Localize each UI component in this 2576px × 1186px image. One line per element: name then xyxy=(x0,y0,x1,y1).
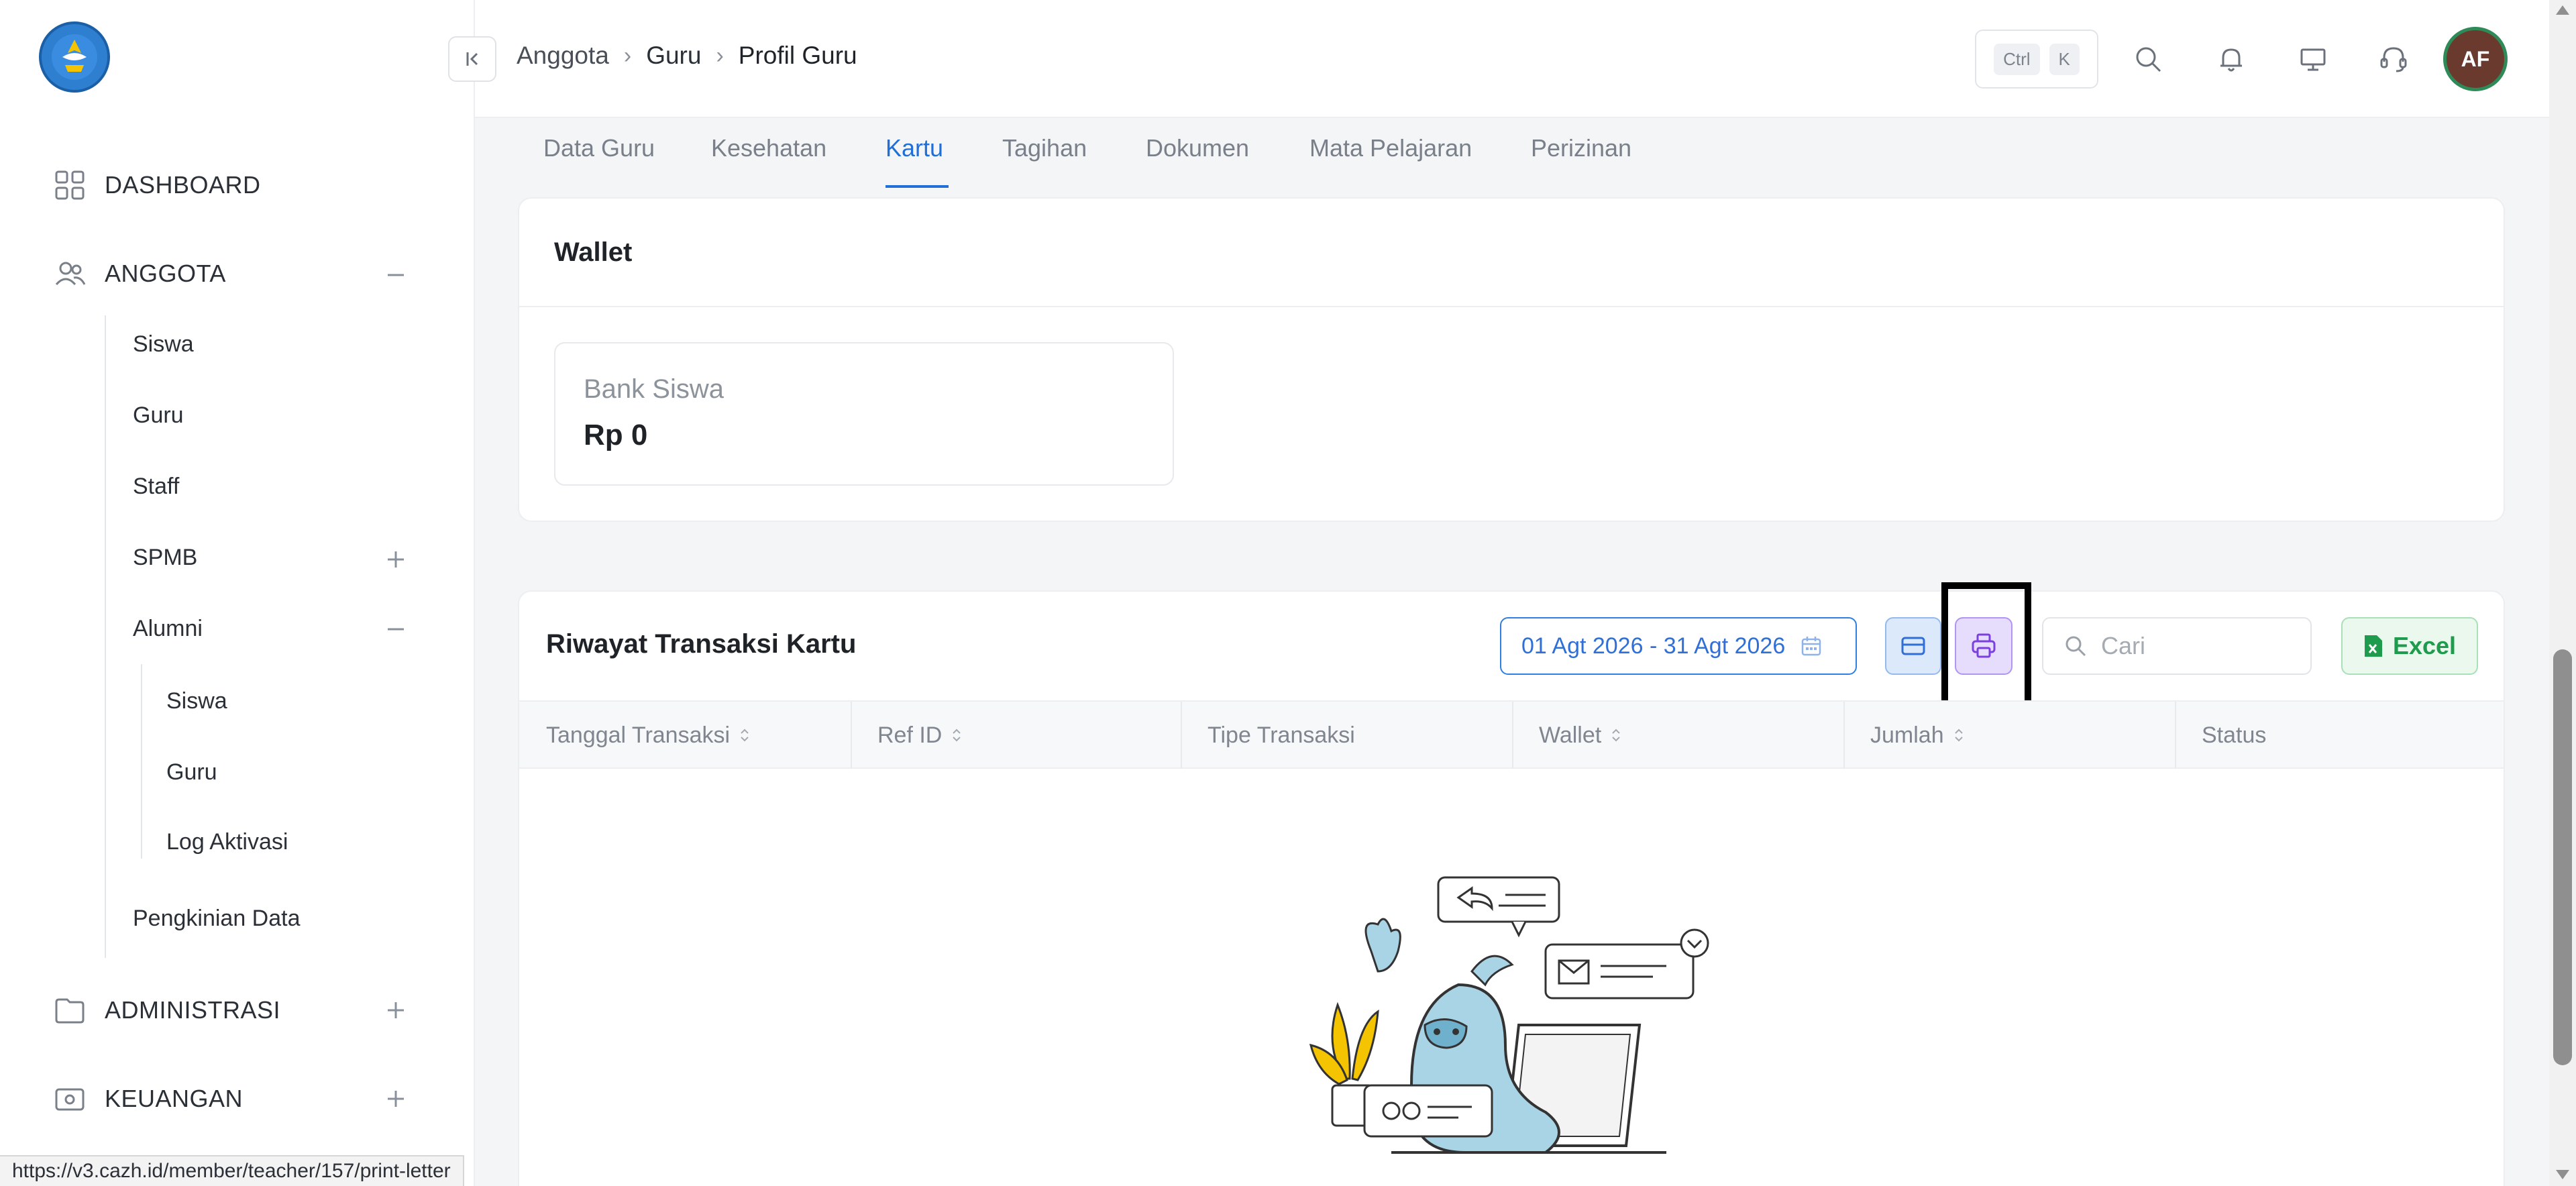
menu-keuangan[interactable]: KEUANGAN xyxy=(54,1083,243,1115)
tree-line xyxy=(105,315,106,958)
col-tipe-transaksi: Tipe Transaksi xyxy=(1181,702,1355,769)
tut-wuri-logo-icon xyxy=(52,34,97,80)
transaction-table-header: Tanggal Transaksi Ref ID Tipe Transaksi … xyxy=(519,700,2504,769)
credit-card-icon xyxy=(1901,637,1925,655)
sort-icon xyxy=(1612,729,1620,742)
active-tab-indicator xyxy=(885,185,949,188)
menu-alumni[interactable]: Alumni xyxy=(133,616,203,642)
menu-alumni-guru[interactable]: Guru xyxy=(166,759,217,786)
printer-icon xyxy=(1972,633,1996,658)
calendar-icon xyxy=(1801,637,1821,656)
export-excel-button[interactable]: Excel xyxy=(2341,617,2478,675)
tab-kartu[interactable]: Kartu xyxy=(885,134,943,162)
chevron-right-icon: › xyxy=(623,42,632,68)
menu-spmb[interactable]: SPMB xyxy=(133,545,197,571)
transaction-history-title: Riwayat Transaksi Kartu xyxy=(546,629,857,659)
kbd-k: K xyxy=(2049,43,2080,75)
col-jumlah-label: Jumlah xyxy=(1870,722,1944,748)
menu-administrasi-label: ADMINISTRASI xyxy=(105,996,281,1024)
wallet-card: Wallet Bank Siswa Rp 0 xyxy=(518,197,2505,522)
search-field[interactable] xyxy=(2042,617,2312,675)
sort-icon xyxy=(953,729,961,742)
date-range-picker[interactable]: 01 Agt 2026 - 31 Agt 2026 xyxy=(1500,617,1857,675)
breadcrumb-anggota[interactable]: Anggota xyxy=(517,42,609,70)
menu-siswa[interactable]: Siswa xyxy=(133,331,194,358)
col-wallet[interactable]: Wallet xyxy=(1512,702,1621,769)
scroll-thumb[interactable] xyxy=(2553,649,2572,1065)
expand-spmb-plus-icon[interactable] xyxy=(384,547,408,572)
menu-anggota[interactable]: ANGGOTA xyxy=(54,258,226,290)
scroll-down-arrow-icon[interactable] xyxy=(2556,1170,2569,1179)
search-icon xyxy=(2065,636,2086,657)
tab-tagihan[interactable]: Tagihan xyxy=(1002,134,1087,162)
tree-line-alumni xyxy=(141,664,142,859)
col-jumlah[interactable]: Jumlah xyxy=(1843,702,1964,769)
excel-file-icon xyxy=(2364,635,2382,657)
command-palette-shortcut[interactable]: Ctrl K xyxy=(1975,30,2098,89)
bank-siswa-box: Bank Siswa Rp 0 xyxy=(554,342,1174,486)
chevron-right-icon: › xyxy=(716,42,724,68)
search-icon[interactable] xyxy=(2128,39,2168,79)
collapse-left-icon xyxy=(466,52,478,66)
expand-administrasi-plus-icon[interactable] xyxy=(384,998,408,1022)
tab-mata-pelajaran[interactable]: Mata Pelajaran xyxy=(1309,134,1472,162)
users-icon xyxy=(55,262,86,286)
tab-perizinan[interactable]: Perizinan xyxy=(1531,134,1631,162)
sort-icon xyxy=(741,729,749,742)
menu-dashboard-label: DASHBOARD xyxy=(105,171,261,199)
collapse-anggota-minus-icon[interactable] xyxy=(384,263,408,287)
col-tanggal-label: Tanggal Transaksi xyxy=(546,722,731,748)
col-tipe-label: Tipe Transaksi xyxy=(1208,722,1355,748)
print-letter-button[interactable] xyxy=(1955,617,2012,675)
collapse-sidebar-button[interactable] xyxy=(448,36,496,82)
expand-keuangan-plus-icon[interactable] xyxy=(384,1087,408,1111)
tab-data-guru[interactable]: Data Guru xyxy=(543,134,655,162)
menu-guru[interactable]: Guru xyxy=(133,402,184,429)
sort-icon xyxy=(1954,729,1963,742)
menu-log-aktivasi[interactable]: Log Aktivasi xyxy=(166,829,288,855)
card-view-button[interactable] xyxy=(1885,617,1941,675)
empty-state-illustration xyxy=(1309,876,1709,1154)
tab-kesehatan[interactable]: Kesehatan xyxy=(711,134,826,162)
bank-siswa-label: Bank Siswa xyxy=(584,374,724,404)
headset-icon[interactable] xyxy=(2373,39,2414,79)
breadcrumb: Anggota › Guru › Profil Guru xyxy=(517,42,857,70)
breadcrumb-guru[interactable]: Guru xyxy=(646,42,701,70)
menu-staff[interactable]: Staff xyxy=(133,474,179,500)
sidebar: DASHBOARD ANGGOTA Siswa Guru Staff SPMB … xyxy=(0,0,475,1186)
tab-dokumen[interactable]: Dokumen xyxy=(1146,134,1249,162)
grid-icon xyxy=(55,170,85,200)
bank-siswa-balance: Rp 0 xyxy=(584,419,648,451)
export-excel-label: Excel xyxy=(2392,632,2457,659)
menu-dashboard[interactable]: DASHBOARD xyxy=(54,169,261,201)
transaction-history-card: Riwayat Transaksi Kartu 01 Agt 2026 - 31… xyxy=(518,582,2505,1186)
wallet-title: Wallet xyxy=(554,237,633,267)
folder-icon xyxy=(55,998,85,1024)
kbd-ctrl: Ctrl xyxy=(1994,43,2040,75)
date-range-value: 01 Agt 2026 - 31 Agt 2026 xyxy=(1521,633,1786,659)
col-ref-id-label: Ref ID xyxy=(877,722,943,748)
col-tanggal-transaksi[interactable]: Tanggal Transaksi xyxy=(519,702,750,769)
menu-anggota-label: ANGGOTA xyxy=(105,260,226,287)
scroll-up-arrow-icon[interactable] xyxy=(2556,5,2569,15)
col-ref-id[interactable]: Ref ID xyxy=(851,702,962,769)
col-wallet-label: Wallet xyxy=(1539,722,1602,748)
divider xyxy=(519,306,2504,307)
collapse-alumni-minus-icon[interactable] xyxy=(384,617,408,641)
breadcrumb-profil-guru: Profil Guru xyxy=(738,42,857,69)
col-status-label: Status xyxy=(2202,722,2267,748)
col-status: Status xyxy=(2175,702,2266,769)
page-scrollbar[interactable] xyxy=(2549,0,2576,1186)
user-avatar[interactable]: AF xyxy=(2443,27,2508,91)
monitor-icon[interactable] xyxy=(2293,39,2333,79)
link-status-url: https://v3.cazh.id/member/teacher/157/pr… xyxy=(0,1155,464,1186)
menu-alumni-siswa[interactable]: Siswa xyxy=(166,688,227,714)
search-input[interactable] xyxy=(2101,632,2302,660)
wallet-icon xyxy=(55,1088,85,1111)
school-logo[interactable] xyxy=(39,21,110,93)
menu-administrasi[interactable]: ADMINISTRASI xyxy=(54,994,280,1026)
menu-pengkinian-data[interactable]: Pengkinian Data xyxy=(133,906,301,932)
bell-icon[interactable] xyxy=(2211,39,2251,79)
menu-keuangan-label: KEUANGAN xyxy=(105,1085,244,1112)
